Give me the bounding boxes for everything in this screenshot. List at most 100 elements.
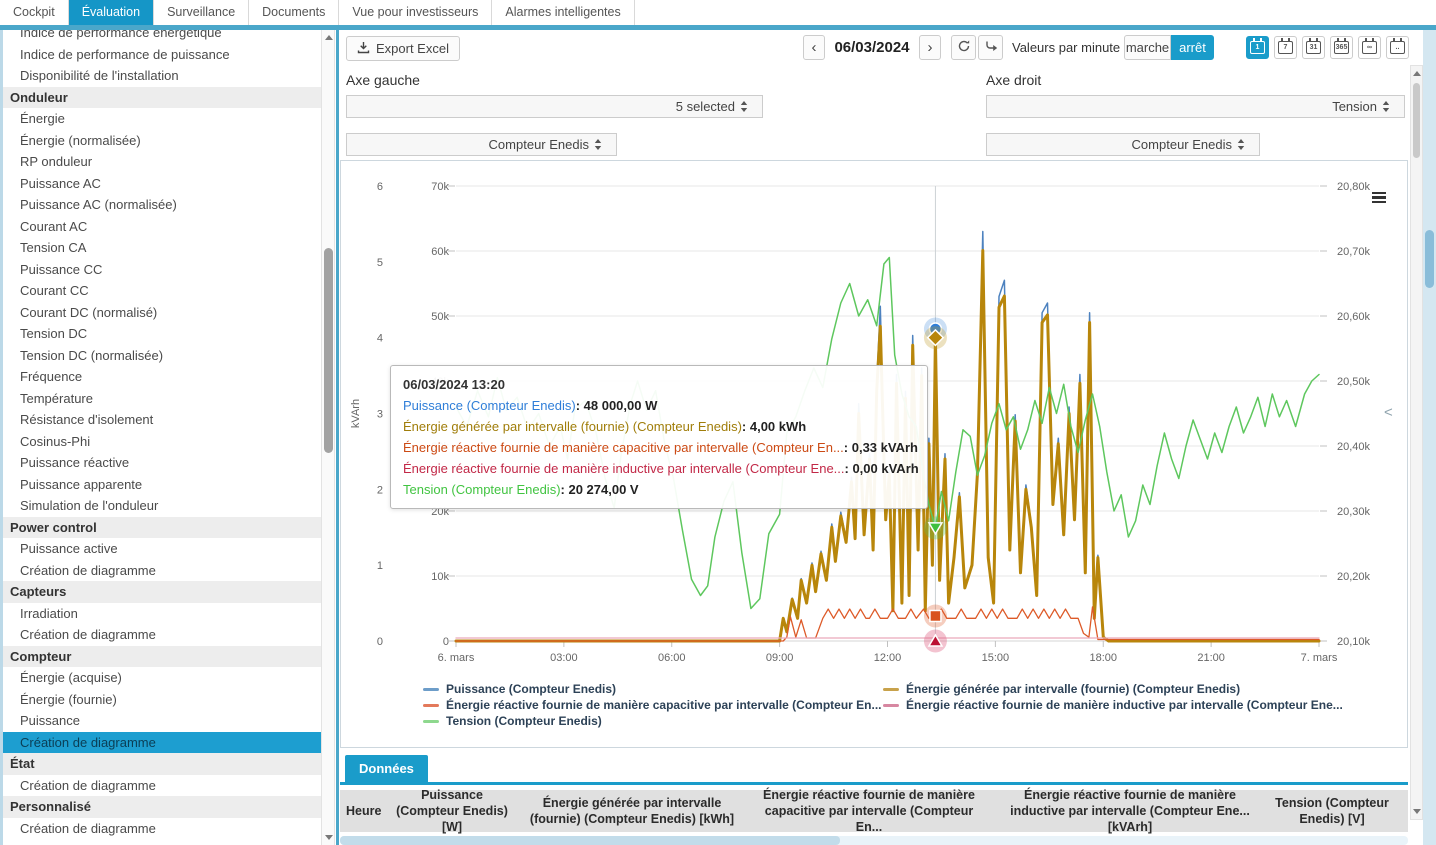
sidebar-item[interactable]: Énergie (fournie) xyxy=(3,689,321,711)
legend-label: Tension (Compteur Enedis) xyxy=(446,714,602,729)
sidebar-item[interactable]: Tension DC (normalisée) xyxy=(3,345,321,367)
sidebar-item[interactable]: Tension CA xyxy=(3,237,321,259)
sidebar-item[interactable]: Courant CC xyxy=(3,280,321,302)
jump-to-button[interactable] xyxy=(978,35,1003,60)
updown-icon xyxy=(740,101,748,112)
sidebar-item[interactable]: Puissance réactive xyxy=(3,452,321,474)
chart-menu-icon[interactable] xyxy=(1372,192,1386,205)
svg-text:2: 2 xyxy=(377,484,383,496)
right-axis-values-select[interactable]: Tension xyxy=(986,95,1405,118)
nav-tab-vue-investisseurs[interactable]: Vue pour investisseurs xyxy=(339,0,492,25)
sidebar-item[interactable]: RP onduleur xyxy=(3,151,321,173)
legend-item[interactable]: Puissance (Compteur Enedis) xyxy=(423,682,883,697)
export-excel-button[interactable]: Export Excel xyxy=(346,36,460,61)
page-scrollbar-thumb[interactable] xyxy=(1425,230,1434,288)
svg-text:03:00: 03:00 xyxy=(550,652,578,664)
sidebar-item[interactable]: Énergie (normalisée) xyxy=(3,130,321,152)
tab-donnees[interactable]: Données xyxy=(345,755,428,782)
table-horizontal-scrollbar[interactable] xyxy=(340,836,1408,845)
sidebar-item[interactable]: Irradiation xyxy=(3,603,321,625)
sidebar-item[interactable]: Simulation de l'onduleur xyxy=(3,495,321,517)
range-year-button[interactable]: 365 xyxy=(1330,36,1353,59)
date-next-button[interactable]: › xyxy=(919,35,941,60)
left-axis-device-select[interactable]: Compteur Enedis xyxy=(346,133,617,156)
svg-text:kVArh: kVArh xyxy=(350,399,362,428)
top-navigation: CockpitÉvaluationSurveillanceDocumentsVu… xyxy=(0,0,1436,25)
sidebar-section-header: Power control xyxy=(3,517,321,539)
sidebar-item[interactable]: Température xyxy=(3,388,321,410)
legend-item[interactable]: Énergie réactive fournie de manière indu… xyxy=(883,698,1343,713)
main-scrollbar-thumb[interactable] xyxy=(1413,83,1420,158)
sidebar-item[interactable]: Énergie (acquise) xyxy=(3,667,321,689)
chart-panel[interactable]: 0123456010k20k30k40k50k60k70k20,10k20,20… xyxy=(340,160,1408,748)
page-scrollbar[interactable] xyxy=(1423,30,1436,845)
nav-tab-evaluation[interactable]: Évaluation xyxy=(69,0,154,25)
sidebar-item[interactable]: Création de diagramme xyxy=(3,732,321,754)
values-on-button[interactable]: marche xyxy=(1124,35,1171,60)
svg-text:20,50k: 20,50k xyxy=(1337,376,1371,388)
sidebar-item[interactable]: Disponibilité de l'installation xyxy=(3,65,321,87)
right-axis-device-select[interactable]: Compteur Enedis xyxy=(986,133,1260,156)
sidebar-item[interactable]: Puissance apparente xyxy=(3,474,321,496)
sidebar-item[interactable]: Création de diagramme xyxy=(3,560,321,582)
legend-item[interactable]: Tension (Compteur Enedis) xyxy=(423,714,883,729)
nav-tab-documents[interactable]: Documents xyxy=(249,0,339,25)
svg-text:4: 4 xyxy=(377,333,383,345)
table-header-cell: Énergie réactive fournie de manière indu… xyxy=(992,785,1268,838)
range-day-button[interactable]: 1 xyxy=(1246,36,1269,59)
sidebar-item[interactable]: Indice de performance énergétique xyxy=(3,30,321,44)
legend-swatch-icon xyxy=(423,720,439,723)
scroll-up-icon[interactable] xyxy=(1413,71,1421,76)
values-per-minute-label: Valeurs par minute xyxy=(1012,35,1120,60)
range-custom-button[interactable]: .. xyxy=(1386,36,1409,59)
range-month-button[interactable]: 31 xyxy=(1302,36,1325,59)
svg-text:20,70k: 20,70k xyxy=(1337,246,1371,258)
sidebar-item[interactable]: Création de diagramme xyxy=(3,818,321,840)
left-axis-values-select[interactable]: 5 selected xyxy=(346,95,763,118)
scroll-up-icon[interactable] xyxy=(325,35,333,40)
horizontal-scrollbar-thumb[interactable] xyxy=(340,836,840,845)
nav-tab-surveillance[interactable]: Surveillance xyxy=(154,0,249,25)
sidebar-item[interactable]: Puissance xyxy=(3,710,321,732)
legend-label: Énergie réactive fournie de manière capa… xyxy=(446,698,882,713)
sidebar-item[interactable]: Création de diagramme xyxy=(3,775,321,797)
scroll-down-icon[interactable] xyxy=(1413,809,1421,814)
chevron-right-icon: › xyxy=(928,39,933,56)
sidebar-item[interactable]: Courant DC (normalisé) xyxy=(3,302,321,324)
legend-item[interactable]: Énergie générée par intervalle (fournie)… xyxy=(883,682,1343,697)
sidebar-item[interactable]: Création de diagramme xyxy=(3,624,321,646)
range-total-button[interactable]: ∞ xyxy=(1358,36,1381,59)
sidebar-item[interactable]: Puissance AC (normalisée) xyxy=(3,194,321,216)
scroll-down-icon[interactable] xyxy=(325,835,333,840)
sidebar-scrollbar[interactable] xyxy=(321,30,335,845)
sidebar-scrollbar-thumb[interactable] xyxy=(324,248,333,453)
nav-tab-alarmes-intelligentes[interactable]: Alarmes intelligentes xyxy=(492,0,634,25)
sidebar-item[interactable]: Fréquence xyxy=(3,366,321,388)
tooltip-row: Énergie générée par intervalle (fournie)… xyxy=(403,416,915,437)
nav-tab-cockpit[interactable]: Cockpit xyxy=(0,0,69,25)
collapse-panel-icon[interactable]: < xyxy=(1384,404,1393,421)
svg-text:60k: 60k xyxy=(431,246,449,258)
date-display: 06/03/2024 xyxy=(827,35,917,60)
sidebar-item[interactable]: Cosinus-Phi xyxy=(3,431,321,453)
sidebar-item[interactable]: Puissance active xyxy=(3,538,321,560)
values-off-button[interactable]: arrêt xyxy=(1171,35,1214,60)
sidebar-item[interactable]: Puissance AC xyxy=(3,173,321,195)
range-week-button[interactable]: 7 xyxy=(1274,36,1297,59)
main-panel-scrollbar[interactable] xyxy=(1410,65,1423,820)
sidebar-item[interactable]: Courant AC xyxy=(3,216,321,238)
legend-item[interactable]: Énergie réactive fournie de manière capa… xyxy=(423,698,883,713)
refresh-button[interactable] xyxy=(951,35,976,60)
sidebar-item[interactable]: Résistance d'isolement xyxy=(3,409,321,431)
table-header-cell: Puissance (Compteur Enedis) [W] xyxy=(386,785,518,838)
calendar-∞-icon: ∞ xyxy=(1362,41,1377,54)
sidebar-item[interactable]: Indice de performance de puissance xyxy=(3,44,321,66)
date-prev-button[interactable]: ‹ xyxy=(803,35,825,60)
left-axis-device-value: Compteur Enedis xyxy=(489,137,589,152)
sidebar-item[interactable]: Énergie xyxy=(3,108,321,130)
sidebar-item[interactable]: Tension DC xyxy=(3,323,321,345)
svg-text:3: 3 xyxy=(377,409,383,421)
svg-text:20,20k: 20,20k xyxy=(1337,571,1371,583)
legend-label: Puissance (Compteur Enedis) xyxy=(446,682,616,697)
sidebar-item[interactable]: Puissance CC xyxy=(3,259,321,281)
